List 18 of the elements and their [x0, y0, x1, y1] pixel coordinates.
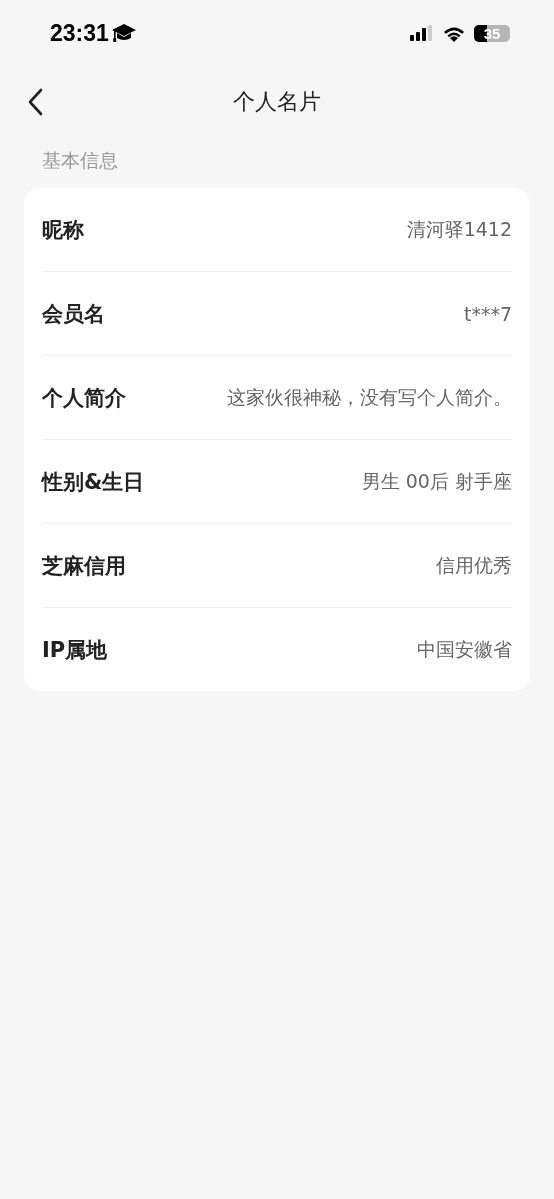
section-title: 基本信息: [41, 148, 119, 173]
row-label: IP属地: [42, 636, 108, 664]
row-label: 昵称: [42, 216, 84, 244]
status-time: 23:31: [50, 19, 109, 47]
row-value: 信用优秀: [436, 552, 512, 578]
row-value: 清河驿1412: [406, 216, 512, 242]
row-value: 这家伙很神秘，没有写个人简介。: [227, 384, 512, 410]
row-label: 个人简介: [42, 384, 126, 412]
back-icon[interactable]: [27, 88, 43, 116]
row-label: 芝麻信用: [42, 552, 126, 580]
row-label: 会员名: [42, 300, 105, 328]
signal-icon: [410, 25, 434, 41]
row-label: 性别&生日: [42, 468, 145, 496]
row-value: 男生 00后 射手座: [361, 468, 512, 494]
graduation-cap-icon: [110, 22, 137, 44]
row-value: t***7: [463, 302, 512, 325]
page-title: 个人名片: [233, 88, 321, 116]
row-value: 中国安徽省: [417, 636, 512, 662]
